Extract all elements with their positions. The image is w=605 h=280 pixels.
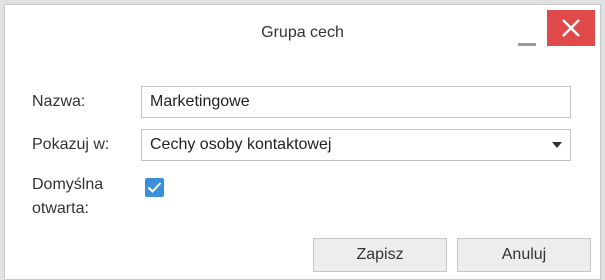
dialog-window: Grupa cech Nazwa: Marketingowe Pokazuj w…	[4, 4, 601, 280]
title-bar: Grupa cech	[5, 5, 600, 65]
close-button[interactable]	[547, 10, 595, 46]
cancel-button[interactable]: Anuluj	[457, 238, 591, 272]
default-open-checkbox[interactable]	[145, 178, 164, 197]
minimize-button[interactable]	[513, 23, 541, 49]
show-in-value: Cechy osoby kontaktowej	[150, 136, 332, 153]
default-open-label-line2: otwarta:	[32, 200, 89, 217]
default-open-label-line1: Domyślna	[32, 176, 104, 193]
name-label: Nazwa:	[32, 93, 86, 110]
chevron-down-icon	[552, 142, 562, 148]
name-input[interactable]: Marketingowe	[141, 86, 571, 118]
close-icon	[562, 19, 580, 37]
show-in-select[interactable]: Cechy osoby kontaktowej	[141, 129, 571, 161]
show-in-label: Pokazuj w:	[32, 136, 110, 153]
minimize-icon	[518, 43, 536, 46]
checkmark-icon	[147, 182, 162, 193]
save-button[interactable]: Zapisz	[313, 238, 447, 272]
dialog-title: Grupa cech	[261, 24, 344, 41]
